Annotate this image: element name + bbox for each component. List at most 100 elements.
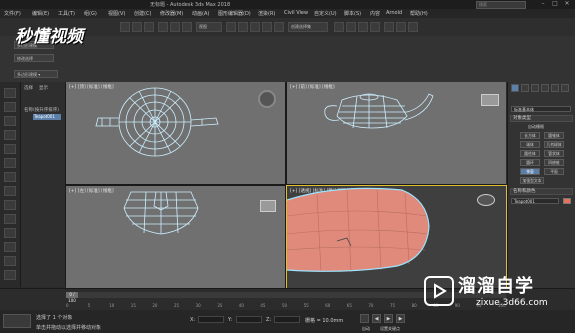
- scale-icon[interactable]: [182, 22, 192, 32]
- align-icon[interactable]: [274, 22, 284, 32]
- snap-icon[interactable]: [226, 22, 236, 32]
- mirror-icon[interactable]: [262, 22, 272, 32]
- viewcube-icon[interactable]: [481, 94, 499, 106]
- geometry-icon[interactable]: [4, 144, 16, 154]
- menu-edit[interactable]: 编辑(E): [32, 10, 49, 17]
- menu-views[interactable]: 视图(V): [108, 10, 125, 17]
- viewcube-icon[interactable]: [260, 200, 276, 212]
- hierarchy-tab-icon[interactable]: [531, 84, 539, 92]
- cameras-icon[interactable]: [4, 186, 16, 196]
- layers-icon[interactable]: [4, 130, 16, 140]
- section-object-type[interactable]: 对象类型: [510, 115, 573, 122]
- menu-graph-editors[interactable]: 图形编辑器(D): [218, 10, 251, 17]
- autogrid-checkbox[interactable]: 自动栅格: [528, 124, 544, 130]
- motion-tab-icon[interactable]: [541, 84, 549, 92]
- torus-button[interactable]: 圆环: [520, 159, 540, 166]
- menu-arnold[interactable]: Arnold: [386, 10, 402, 16]
- helpers-icon[interactable]: [4, 200, 16, 210]
- plane-button[interactable]: 平面: [544, 168, 564, 175]
- systems-icon[interactable]: [4, 228, 16, 238]
- ribbon-polygon-dropdown[interactable]: 多边形建模 ▾: [14, 70, 58, 78]
- maxscript-listener[interactable]: [3, 314, 31, 328]
- viewport-front[interactable]: [+] [前] [标准] [线框]: [287, 82, 506, 184]
- menu-civil-view[interactable]: Civil View: [284, 10, 308, 16]
- display-tab-icon[interactable]: [551, 84, 559, 92]
- tube-button[interactable]: 管状体: [544, 150, 564, 157]
- selection-set-dropdown[interactable]: 创建选择集: [288, 22, 328, 32]
- autokey-icon[interactable]: [360, 314, 369, 323]
- object-color-swatch[interactable]: [563, 198, 571, 204]
- menu-group[interactable]: 组(G): [84, 10, 97, 17]
- menu-modifiers[interactable]: 修改器(M): [160, 10, 183, 17]
- rect-selection-icon[interactable]: [144, 22, 154, 32]
- create-tab-icon[interactable]: [511, 84, 519, 92]
- menu-content[interactable]: 内容: [370, 10, 380, 17]
- cylinder-button[interactable]: 圆柱体: [520, 150, 540, 157]
- time-slider-knob[interactable]: 0 / 100: [66, 292, 78, 303]
- y-coordinate-field[interactable]: [236, 316, 262, 323]
- render-icon[interactable]: [408, 22, 418, 32]
- spacewarps-icon[interactable]: [4, 214, 16, 224]
- viewport-top[interactable]: [+] [顶] [标准] [线框]: [66, 82, 285, 184]
- utilities-tab-icon[interactable]: [561, 84, 569, 92]
- render-setup-icon[interactable]: [384, 22, 394, 32]
- textplus-button[interactable]: 加强型文本: [520, 177, 544, 184]
- object-name-field[interactable]: Teapot001: [511, 198, 559, 204]
- menu-customize[interactable]: 自定义(U): [314, 10, 337, 17]
- ribbon-modify-selection[interactable]: 修改选择: [14, 54, 54, 62]
- section-name-color[interactable]: 名称和颜色: [510, 188, 573, 195]
- menu-create[interactable]: 创建(C): [134, 10, 151, 17]
- play-icon[interactable]: ▶: [384, 314, 393, 323]
- menu-tools[interactable]: 工具(T): [58, 10, 75, 17]
- menu-animation[interactable]: 动画(A): [192, 10, 209, 17]
- percent-snap-icon[interactable]: [250, 22, 260, 32]
- scene-item-teapot[interactable]: Teapot001: [33, 114, 61, 120]
- angle-snap-icon[interactable]: [238, 22, 248, 32]
- rotate-icon[interactable]: [170, 22, 180, 32]
- menu-file[interactable]: 文件(F): [4, 10, 21, 17]
- play-forward-icon[interactable]: ▶: [396, 314, 405, 323]
- minimize-icon[interactable]: –: [538, 1, 548, 7]
- box-button[interactable]: 长方体: [520, 132, 540, 139]
- setkey-label[interactable]: 设置关键点: [380, 326, 400, 332]
- view-dropdown[interactable]: 视图: [196, 22, 222, 32]
- close-icon[interactable]: ✕: [562, 1, 572, 7]
- viewcube-icon[interactable]: [258, 90, 276, 108]
- filter-icon[interactable]: [4, 116, 16, 126]
- teapot-button[interactable]: 茶壶: [520, 168, 540, 175]
- x-coordinate-field[interactable]: [198, 316, 224, 323]
- hide-icon[interactable]: [4, 270, 16, 280]
- menu-scripting[interactable]: 脚本(S): [344, 10, 361, 17]
- search-input[interactable]: 搜索: [476, 1, 526, 9]
- category-dropdown[interactable]: 标准基本体: [511, 106, 571, 112]
- shapes-icon[interactable]: [4, 158, 16, 168]
- menu-help[interactable]: 帮助(H): [410, 10, 428, 17]
- scene-root[interactable]: 名称(按升序排序): [24, 107, 59, 113]
- z-coordinate-field[interactable]: [274, 316, 300, 323]
- select-icon[interactable]: [4, 88, 16, 98]
- menu-rendering[interactable]: 渲染(R): [258, 10, 275, 17]
- lights-icon[interactable]: [4, 172, 16, 182]
- viewport-left[interactable]: [+] [左] [标准] [线框]: [66, 186, 285, 288]
- move-icon[interactable]: [158, 22, 168, 32]
- maximize-icon[interactable]: □: [550, 1, 560, 7]
- sphere-button[interactable]: 球体: [520, 141, 540, 148]
- cone-button[interactable]: 圆锥体: [544, 132, 564, 139]
- modify-tab-icon[interactable]: [521, 84, 529, 92]
- layer-icon[interactable]: [334, 22, 344, 32]
- tab-display[interactable]: 显示: [39, 85, 48, 91]
- bones-icon[interactable]: [4, 242, 16, 252]
- schematic-icon[interactable]: [358, 22, 368, 32]
- curve-editor-icon[interactable]: [346, 22, 356, 32]
- material-editor-icon[interactable]: [370, 22, 380, 32]
- viewcube-icon[interactable]: [477, 194, 495, 206]
- select-object-icon[interactable]: [120, 22, 130, 32]
- geosphere-button[interactable]: 几何球体: [544, 141, 564, 148]
- hierarchy-icon[interactable]: [4, 102, 16, 112]
- pyramid-button[interactable]: 四棱锥: [544, 159, 564, 166]
- autokey-label[interactable]: 自动: [362, 326, 370, 332]
- select-by-name-icon[interactable]: [132, 22, 142, 32]
- freeze-icon[interactable]: [4, 256, 16, 266]
- play-back-icon[interactable]: ◀: [372, 314, 381, 323]
- render-frame-icon[interactable]: [396, 22, 406, 32]
